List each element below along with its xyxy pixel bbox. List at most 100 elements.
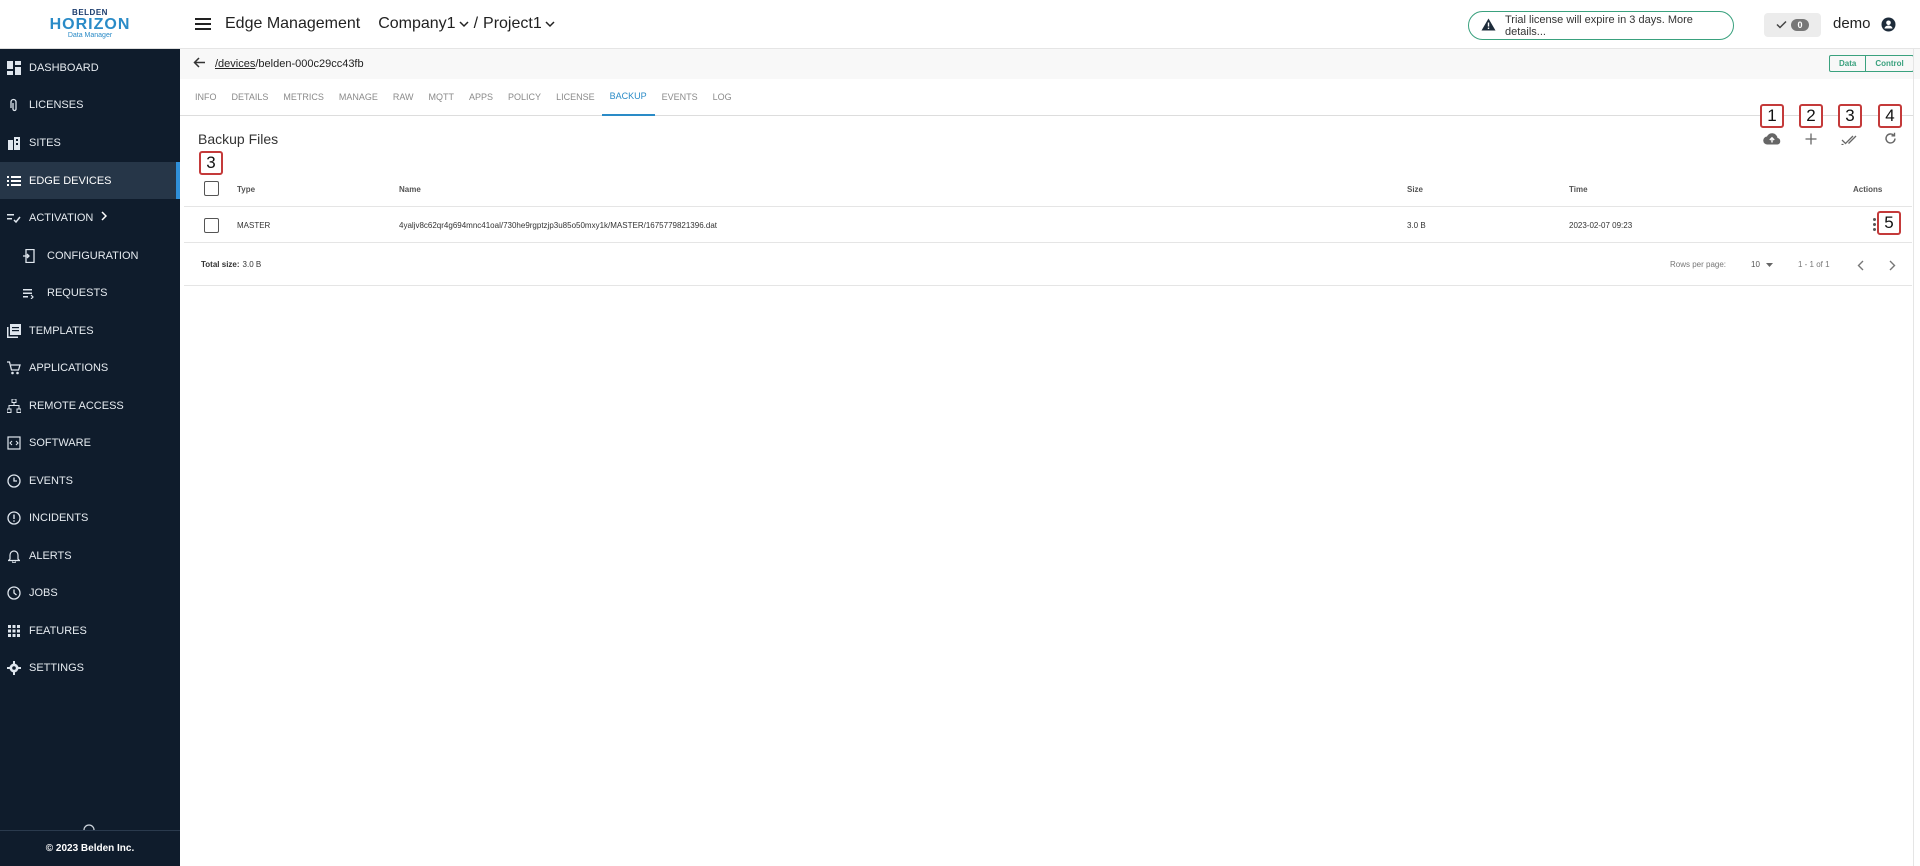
sidebar-item-events[interactable]: EVENTS: [0, 462, 180, 499]
sidebar-item-edge-devices[interactable]: EDGE DEVICES: [0, 162, 180, 199]
sidebar-item-jobs[interactable]: JOBS: [0, 574, 180, 611]
total-size-value: 3.0 B: [242, 260, 262, 269]
total-size-label: Total size:: [201, 260, 240, 269]
sidebar-footer: © 2023 Belden Inc.: [0, 830, 180, 866]
tab-mqtt[interactable]: MQTT: [429, 79, 455, 116]
row-checkbox[interactable]: [204, 218, 219, 233]
sidebar-item-sites[interactable]: SITES: [0, 124, 180, 161]
username[interactable]: demo: [1833, 15, 1871, 32]
row-type: MASTER: [237, 220, 271, 230]
row-time: 2023-02-07 09:23: [1569, 220, 1633, 230]
device-path: /devices/belden-000c29cc43fb: [215, 58, 364, 70]
previous-page-icon[interactable]: [1857, 258, 1864, 276]
column-header-name[interactable]: Name: [399, 171, 421, 207]
column-header-time[interactable]: Time: [1569, 171, 1588, 207]
check-status-button[interactable]: 0: [1764, 13, 1821, 37]
sidebar-item-activation[interactable]: ACTIVATION: [0, 199, 180, 236]
next-page-icon[interactable]: [1889, 258, 1896, 276]
project-label: Project1: [483, 15, 542, 32]
select-all-button[interactable]: [1840, 131, 1860, 151]
add-backup-button[interactable]: [1801, 131, 1821, 151]
project-selector[interactable]: Project1: [483, 15, 555, 33]
activation-icon: [6, 210, 22, 226]
sidebar-item-remote-access[interactable]: REMOTE ACCESS: [0, 387, 180, 424]
clock-icon: [6, 585, 22, 601]
devices-link[interactable]: /devices: [215, 58, 255, 70]
sidebar: BELDEN HORIZON Data Manager DASHBOARD LI…: [0, 0, 180, 866]
sidebar-item-label: TEMPLATES: [29, 324, 94, 337]
tab-license[interactable]: LICENSE: [556, 79, 595, 116]
tab-backup[interactable]: BACKUP: [601, 79, 655, 116]
refresh-button[interactable]: [1880, 131, 1900, 151]
sidebar-item-requests[interactable]: REQUESTS: [0, 274, 180, 311]
device-path-bar: /devices/belden-000c29cc43fb Data Contro…: [180, 49, 1920, 79]
tab-policy[interactable]: POLICY: [508, 79, 541, 116]
dashboard-icon: [6, 60, 22, 76]
chevron-right-icon: [101, 211, 108, 224]
project-breadcrumb: Company1 / Project1: [378, 15, 555, 33]
sidebar-item-software[interactable]: SOFTWARE: [0, 424, 180, 461]
tab-log[interactable]: LOG: [713, 79, 732, 116]
building-icon: [6, 135, 22, 151]
table-header: Type Name Size Time Actions: [184, 171, 1912, 207]
tab-info[interactable]: INFO: [195, 79, 217, 116]
sidebar-item-label: REQUESTS: [47, 286, 108, 299]
back-arrow-icon[interactable]: [193, 55, 206, 73]
sidebar-item-label: LICENSES: [29, 98, 84, 111]
tab-raw[interactable]: RAW: [393, 79, 414, 116]
events-icon: [6, 473, 22, 489]
tab-events[interactable]: EVENTS: [662, 79, 698, 116]
sidebar-item-label: JOBS: [29, 586, 58, 599]
column-header-type[interactable]: Type: [237, 171, 255, 207]
menu-icon[interactable]: [195, 18, 211, 30]
upload-cloud-button[interactable]: [1762, 131, 1782, 151]
company-selector[interactable]: Company1: [378, 15, 469, 33]
row-actions-menu-icon[interactable]: [1873, 218, 1876, 231]
sidebar-item-label: EVENTS: [29, 474, 74, 487]
sidebar-item-applications[interactable]: APPLICATIONS: [0, 349, 180, 386]
sidebar-item-label: SETTINGS: [29, 661, 85, 674]
tab-manage[interactable]: MANAGE: [339, 79, 378, 116]
sidebar-item-label: EDGE DEVICES: [29, 174, 112, 187]
templates-icon: [6, 323, 22, 339]
sidebar-item-settings[interactable]: SETTINGS: [0, 649, 180, 686]
rows-per-page-select[interactable]: 10: [1751, 243, 1773, 286]
paperclip-icon: [6, 97, 22, 113]
column-header-size[interactable]: Size: [1407, 171, 1423, 207]
sidebar-item-templates[interactable]: TEMPLATES: [0, 312, 180, 349]
tab-details[interactable]: DETAILS: [232, 79, 269, 116]
logo-main-text: HORIZON: [49, 16, 131, 33]
sidebar-item-alerts[interactable]: ALERTS: [0, 537, 180, 574]
tab-metrics[interactable]: METRICS: [283, 79, 324, 116]
select-all-checkbox[interactable]: [204, 181, 219, 196]
annotation-marker-1: 1: [1760, 104, 1784, 128]
sidebar-item-features[interactable]: FEATURES: [0, 612, 180, 649]
sidebar-item-dashboard[interactable]: DASHBOARD: [0, 49, 180, 86]
breadcrumb-separator: /: [473, 15, 479, 32]
logo-sub-text: Data Manager: [67, 32, 113, 39]
sidebar-item-licenses[interactable]: LICENSES: [0, 86, 180, 123]
checkmark-icon: [1776, 16, 1788, 34]
account-icon[interactable]: [1881, 17, 1896, 37]
sidebar-item-incidents[interactable]: INCIDENTS: [0, 499, 180, 536]
trial-license-text: Trial license will expire in 3 days. Mor…: [1505, 13, 1693, 38]
sidebar-item-label: INCIDENTS: [29, 511, 89, 524]
bell-icon: [6, 548, 22, 564]
belden-horizon-logo[interactable]: BELDEN HORIZON Data Manager: [0, 0, 180, 49]
toggle-control-button[interactable]: Control: [1866, 56, 1912, 71]
sidebar-item-label: ACTIVATION: [29, 211, 94, 224]
annotation-marker-3: 3: [1838, 104, 1862, 128]
check-count-badge: 0: [1791, 19, 1809, 31]
trial-license-banner[interactable]: Trial license will expire in 3 days. Mor…: [1468, 11, 1734, 40]
rows-per-page-label: Rows per page:: [1670, 260, 1727, 269]
sidebar-item-label: ALERTS: [29, 549, 72, 562]
sidebar-item-label: DASHBOARD: [29, 61, 99, 74]
table-row[interactable]: MASTER 4yaljv8c62qr4g694mnc41oal/730he9r…: [184, 207, 1912, 243]
sidebar-item-label: FEATURES: [29, 624, 87, 637]
sidebar-item-configuration[interactable]: CONFIGURATION: [0, 237, 180, 274]
collapse-arrow-icon[interactable]: [82, 818, 96, 831]
toggle-data-button[interactable]: Data: [1830, 56, 1867, 71]
annotation-marker-4: 4: [1878, 104, 1902, 128]
tab-apps[interactable]: APPS: [469, 79, 493, 116]
sidebar-item-label: SITES: [29, 136, 61, 149]
